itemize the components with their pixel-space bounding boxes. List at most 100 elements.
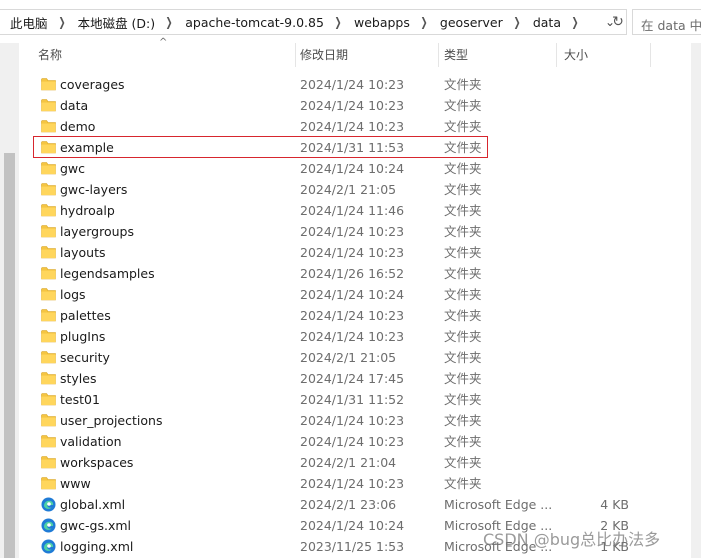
file-date: 2024/1/24 10:23 bbox=[300, 434, 405, 449]
file-type: 文件夹 bbox=[444, 161, 482, 176]
column-date[interactable]: 修改日期 bbox=[300, 43, 348, 67]
file-type: 文件夹 bbox=[444, 476, 482, 491]
file-type: 文件夹 bbox=[444, 371, 482, 386]
chevron-right-icon[interactable]: ❯ bbox=[513, 15, 520, 29]
file-type: 文件夹 bbox=[444, 434, 482, 449]
navigation-scrollbar-thumb[interactable] bbox=[4, 153, 15, 558]
file-name: test01 bbox=[60, 392, 100, 407]
breadcrumb-tomcat[interactable]: apache-tomcat-9.0.85 bbox=[183, 15, 326, 30]
file-date: 2024/2/1 21:04 bbox=[300, 455, 397, 470]
breadcrumb-data[interactable]: data bbox=[531, 15, 563, 30]
file-row-user_projections[interactable]: user_projections 2024/1/24 10:23 文件夹 bbox=[19, 410, 691, 431]
file-list-scrollbar[interactable] bbox=[691, 43, 701, 558]
file-type: 文件夹 bbox=[444, 350, 482, 365]
breadcrumb-geoserver[interactable]: geoserver bbox=[438, 15, 505, 30]
file-name: workspaces bbox=[60, 455, 134, 470]
search-box[interactable]: 在 data 中搜索 bbox=[632, 9, 701, 35]
file-type: 文件夹 bbox=[444, 266, 482, 281]
file-type: 文件夹 bbox=[444, 77, 482, 92]
column-divider[interactable] bbox=[650, 43, 651, 67]
file-name: gwc-layers bbox=[60, 182, 128, 197]
file-date: 2024/1/24 11:46 bbox=[300, 203, 405, 218]
refresh-button[interactable]: ↻ bbox=[608, 9, 628, 35]
file-name: demo bbox=[60, 119, 96, 134]
file-row-styles[interactable]: styles 2024/1/24 17:45 文件夹 bbox=[19, 368, 691, 389]
file-row-coverages[interactable]: coverages 2024/1/24 10:23 文件夹 bbox=[19, 74, 691, 95]
chevron-right-icon[interactable]: ❯ bbox=[166, 15, 173, 29]
file-row-palettes[interactable]: palettes 2024/1/24 10:23 文件夹 bbox=[19, 305, 691, 326]
file-row-gwc-layers[interactable]: gwc-layers 2024/2/1 21:05 文件夹 bbox=[19, 179, 691, 200]
file-date: 2024/1/24 10:23 bbox=[300, 119, 405, 134]
search-input[interactable]: 在 data 中搜索 bbox=[641, 15, 701, 34]
file-row-layergroups[interactable]: layergroups 2024/1/24 10:23 文件夹 bbox=[19, 221, 691, 242]
file-name: logs bbox=[60, 287, 86, 302]
breadcrumb-this-pc[interactable]: 此电脑 bbox=[8, 13, 50, 32]
folder-icon bbox=[41, 77, 56, 91]
navigation-pane-scrollbar[interactable] bbox=[0, 43, 19, 558]
file-row-validation[interactable]: validation 2024/1/24 10:23 文件夹 bbox=[19, 431, 691, 452]
file-row-layouts[interactable]: layouts 2024/1/24 10:23 文件夹 bbox=[19, 242, 691, 263]
file-date: 2024/1/26 16:52 bbox=[300, 266, 405, 281]
folder-icon bbox=[41, 350, 56, 364]
folder-icon bbox=[41, 119, 56, 133]
file-row-data[interactable]: data 2024/1/24 10:23 文件夹 bbox=[19, 95, 691, 116]
address-bar: 此电脑 ❯ 本地磁盘 (D:) ❯ apache-tomcat-9.0.85 ❯… bbox=[0, 0, 701, 43]
file-type: 文件夹 bbox=[444, 140, 482, 155]
file-row-gwc[interactable]: gwc 2024/1/24 10:24 文件夹 bbox=[19, 158, 691, 179]
file-date: 2024/1/24 10:23 bbox=[300, 476, 405, 491]
column-size[interactable]: 大小 bbox=[564, 43, 588, 67]
breadcrumb-drive-d[interactable]: 本地磁盘 (D:) bbox=[76, 13, 158, 32]
column-divider[interactable] bbox=[295, 43, 296, 67]
file-name: plugIns bbox=[60, 329, 106, 344]
file-type: 文件夹 bbox=[444, 119, 482, 134]
file-date: 2023/11/25 1:53 bbox=[300, 539, 405, 554]
file-row-logs[interactable]: logs 2024/1/24 10:24 文件夹 bbox=[19, 284, 691, 305]
edge-xml-icon bbox=[41, 539, 56, 554]
folder-icon bbox=[41, 392, 56, 406]
file-date: 2024/2/1 21:05 bbox=[300, 350, 397, 365]
file-row-demo[interactable]: demo 2024/1/24 10:23 文件夹 bbox=[19, 116, 691, 137]
file-type: 文件夹 bbox=[444, 203, 482, 218]
file-type: 文件夹 bbox=[444, 413, 482, 428]
file-row-hydroalp[interactable]: hydroalp 2024/1/24 11:46 文件夹 bbox=[19, 200, 691, 221]
file-row-global-xml[interactable]: global.xml 2024/2/1 23:06 Microsoft Edge .… bbox=[19, 494, 691, 515]
file-date: 2024/1/24 10:23 bbox=[300, 329, 405, 344]
breadcrumb-list: 此电脑 ❯ 本地磁盘 (D:) ❯ apache-tomcat-9.0.85 ❯… bbox=[8, 10, 589, 34]
column-type[interactable]: 类型 bbox=[444, 43, 468, 67]
chevron-right-icon[interactable]: ❯ bbox=[571, 15, 578, 29]
breadcrumb-webapps[interactable]: webapps bbox=[352, 15, 412, 30]
file-name: hydroalp bbox=[60, 203, 115, 218]
file-date: 2024/1/24 17:45 bbox=[300, 371, 405, 386]
column-header: 名称 ^ 修改日期 类型 大小 bbox=[19, 37, 691, 67]
folder-icon bbox=[41, 455, 56, 469]
folder-icon bbox=[41, 371, 56, 385]
file-date: 2024/2/1 23:06 bbox=[300, 497, 397, 512]
folder-icon bbox=[41, 308, 56, 322]
column-name[interactable]: 名称 bbox=[38, 43, 62, 67]
file-date: 2024/1/31 11:53 bbox=[300, 140, 405, 155]
column-divider[interactable] bbox=[556, 43, 557, 67]
file-row-www[interactable]: www 2024/1/24 10:23 文件夹 bbox=[19, 473, 691, 494]
file-row-example[interactable]: example 2024/1/31 11:53 文件夹 bbox=[19, 137, 691, 158]
edge-xml-icon bbox=[41, 518, 56, 533]
file-type: 文件夹 bbox=[444, 287, 482, 302]
file-row-test01[interactable]: test01 2024/1/31 11:52 文件夹 bbox=[19, 389, 691, 410]
file-row-security[interactable]: security 2024/2/1 21:05 文件夹 bbox=[19, 347, 691, 368]
file-row-legendsamples[interactable]: legendsamples 2024/1/26 16:52 文件夹 bbox=[19, 263, 691, 284]
file-name: gwc bbox=[60, 161, 86, 176]
file-size: 4 KB bbox=[600, 497, 629, 512]
chevron-right-icon[interactable]: ❯ bbox=[420, 15, 427, 29]
breadcrumb[interactable]: 此电脑 ❯ 本地磁盘 (D:) ❯ apache-tomcat-9.0.85 ❯… bbox=[0, 9, 627, 35]
file-type: 文件夹 bbox=[444, 392, 482, 407]
file-type: 文件夹 bbox=[444, 182, 482, 197]
file-row-workspaces[interactable]: workspaces 2024/2/1 21:04 文件夹 bbox=[19, 452, 691, 473]
column-divider[interactable] bbox=[438, 43, 439, 67]
file-name: validation bbox=[60, 434, 122, 449]
file-date: 2024/1/24 10:23 bbox=[300, 245, 405, 260]
file-name: gwc-gs.xml bbox=[60, 518, 132, 533]
file-row-plugins[interactable]: plugIns 2024/1/24 10:23 文件夹 bbox=[19, 326, 691, 347]
file-date: 2024/1/24 10:24 bbox=[300, 518, 405, 533]
chevron-right-icon[interactable]: ❯ bbox=[334, 15, 341, 29]
file-name: layouts bbox=[60, 245, 106, 260]
chevron-right-icon[interactable]: ❯ bbox=[58, 15, 65, 29]
